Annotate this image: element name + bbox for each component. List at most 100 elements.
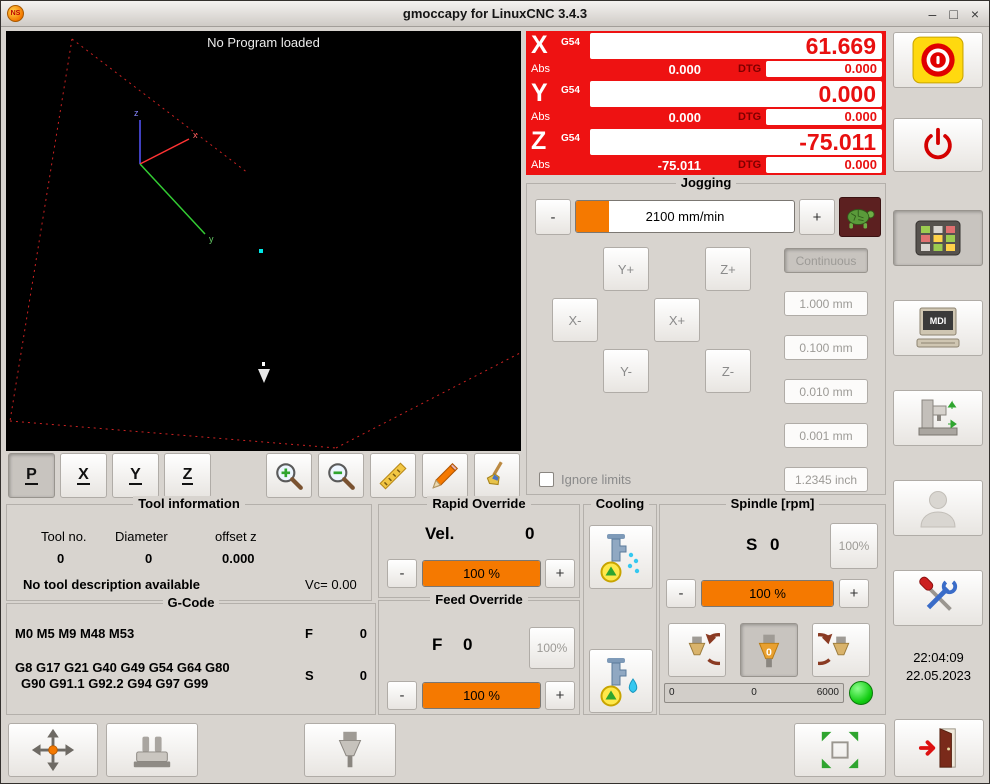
- draw-path-button[interactable]: [422, 453, 468, 498]
- rapid-override-value: 100 %: [423, 561, 540, 586]
- block-height-button[interactable]: [106, 723, 198, 777]
- jog-y-minus-button[interactable]: Y-: [603, 349, 649, 393]
- spindle-cw-button[interactable]: [812, 623, 870, 677]
- spindle-override-value: 100 %: [702, 581, 833, 606]
- spindle-stop-button[interactable]: 0: [740, 623, 798, 677]
- feed-override-reset-button[interactable]: 100%: [529, 627, 575, 669]
- spindle-override-minus-button[interactable]: -: [666, 579, 696, 608]
- feed-override-frame: Feed Override F 0 100% - 100 % +: [378, 600, 580, 715]
- spindle-frame: Spindle [rpm] S 0 100% - 100 % + 0: [659, 504, 886, 715]
- spindle-rpm-value: 0: [770, 535, 779, 555]
- mdi-terminal-icon: MDI: [914, 306, 962, 350]
- turtle-jog-toggle-button[interactable]: [839, 197, 881, 237]
- dtg-value: 0.000: [766, 61, 882, 77]
- touch-off-page-button[interactable]: [8, 723, 98, 777]
- dro-axis-y[interactable]: Y G54 0.000 Abs 0.000 DTG 0.000: [526, 79, 886, 127]
- zoom-out-button[interactable]: [318, 453, 364, 498]
- show-dimensions-button[interactable]: [370, 453, 416, 498]
- view-y-label: Y: [129, 466, 142, 485]
- view-z-button[interactable]: Z: [164, 453, 211, 498]
- view-perspective-button[interactable]: P: [8, 453, 55, 498]
- clear-plot-button[interactable]: [474, 453, 520, 498]
- rapid-override-slider[interactable]: 100 %: [422, 560, 541, 587]
- f-label: F: [305, 626, 313, 641]
- mist-icon: [595, 529, 647, 585]
- feed-override-slider[interactable]: 100 %: [422, 682, 541, 709]
- user-icon: [916, 487, 960, 529]
- plus-label: +: [813, 209, 822, 226]
- tool-description: No tool description available: [23, 577, 200, 592]
- spindle-override-reset-button[interactable]: 100%: [830, 523, 878, 569]
- jog-z-plus-button[interactable]: Z+: [705, 247, 751, 291]
- mdi-page-button[interactable]: MDI: [893, 300, 983, 356]
- increment-label: 1.000 mm: [799, 297, 852, 311]
- jog-x-plus-button[interactable]: X+: [654, 298, 700, 342]
- gremlin-preview[interactable]: x y z No Program loaded: [6, 31, 521, 451]
- rapid-override-plus-button[interactable]: +: [545, 559, 575, 588]
- flood-icon: [595, 653, 647, 709]
- ignore-limits-checkbox[interactable]: [539, 472, 554, 487]
- mist-coolant-button[interactable]: [589, 525, 653, 589]
- settings-page-button[interactable]: [893, 210, 983, 266]
- zoom-in-button[interactable]: [266, 453, 312, 498]
- view-x-label: X: [77, 466, 90, 485]
- tool-measurement-page-button[interactable]: [893, 390, 983, 446]
- spindle-s-label: S: [746, 535, 757, 555]
- jog-y-plus-button[interactable]: Y+: [603, 247, 649, 291]
- jog-speed-slider[interactable]: 2100 mm/min: [575, 200, 795, 233]
- increment-0.01mm-button[interactable]: 0.010 mm: [784, 379, 868, 404]
- jog-speed-plus-button[interactable]: +: [799, 199, 835, 235]
- maximize-button[interactable]: □: [949, 1, 957, 27]
- spindle-ccw-button[interactable]: [668, 623, 726, 677]
- view-x-button[interactable]: X: [60, 453, 107, 498]
- tool-no-header: Tool no.: [41, 529, 87, 544]
- fullscreen-preview-button[interactable]: [794, 723, 886, 777]
- coord-system-label: G54: [561, 133, 580, 144]
- spindle-title: Spindle [rpm]: [660, 496, 885, 511]
- user-page-button[interactable]: [893, 480, 983, 536]
- view-y-button[interactable]: Y: [112, 453, 159, 498]
- jog-x-minus-button[interactable]: X-: [552, 298, 598, 342]
- axis-letter-label: Y: [531, 79, 548, 108]
- close-button[interactable]: ×: [971, 1, 979, 27]
- increment-continuous-button[interactable]: Continuous: [784, 248, 868, 273]
- plus-label: +: [556, 565, 565, 582]
- power-icon: [919, 126, 957, 164]
- dro-axis-z[interactable]: Z G54 -75.011 Abs -75.011 DTG 0.000: [526, 127, 886, 175]
- dro-axis-x[interactable]: X G54 61.669 Abs 0.000 DTG 0.000: [526, 31, 886, 79]
- zoom-in-icon: [273, 460, 305, 492]
- velocity-value: 0: [525, 524, 534, 544]
- machine-on-button[interactable]: [893, 118, 983, 172]
- window-title: gmoccapy for LinuxCNC 3.4.3: [1, 6, 989, 21]
- touch-plate-icon: [129, 727, 175, 773]
- feed-override-value: 100 %: [423, 683, 540, 708]
- increment-0.1mm-button[interactable]: 0.100 mm: [784, 335, 868, 360]
- jog-label: Z-: [722, 364, 734, 379]
- machine-setup-icon: [914, 396, 962, 440]
- velocity-label: Vel.: [425, 524, 454, 544]
- jog-z-minus-button[interactable]: Z-: [705, 349, 751, 393]
- increment-0.001mm-button[interactable]: 0.001 mm: [784, 423, 868, 448]
- spindle-override-plus-button[interactable]: +: [839, 579, 869, 608]
- preview-scene: x y z: [6, 31, 521, 451]
- rapid-override-minus-button[interactable]: -: [387, 559, 417, 588]
- estop-button[interactable]: [893, 32, 983, 88]
- jog-speed-minus-button[interactable]: -: [535, 199, 571, 235]
- unit-toggle-button[interactable]: 1.2345 inch: [784, 467, 868, 492]
- ruler-icon: [377, 460, 409, 492]
- cooling-frame: Cooling: [583, 504, 657, 715]
- feed-override-plus-button[interactable]: +: [545, 681, 575, 710]
- spindle-rpm-bar: 0 0 6000: [664, 683, 844, 703]
- minimize-button[interactable]: –: [929, 1, 937, 27]
- tool-change-button[interactable]: [304, 723, 396, 777]
- feed-override-minus-button[interactable]: -: [387, 681, 417, 710]
- tools-page-button[interactable]: [893, 570, 983, 626]
- axis-letter-y: y: [209, 234, 214, 244]
- dtg-label: DTG: [738, 63, 761, 75]
- abs-value: 0.000: [596, 62, 701, 77]
- exit-button[interactable]: [894, 719, 984, 777]
- spindle-override-slider[interactable]: 100 %: [701, 580, 834, 607]
- flood-coolant-button[interactable]: [589, 649, 653, 713]
- dro-panel[interactable]: X G54 61.669 Abs 0.000 DTG 0.000 Y G54 0…: [526, 31, 886, 175]
- increment-1mm-button[interactable]: 1.000 mm: [784, 291, 868, 316]
